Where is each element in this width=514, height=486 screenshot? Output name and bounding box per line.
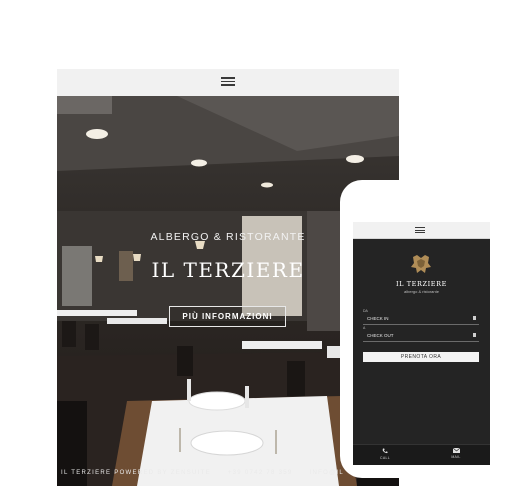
phone-header bbox=[353, 222, 490, 239]
checkout-field[interactable]: CHECK OUT bbox=[363, 331, 479, 342]
tablet-header bbox=[57, 69, 399, 97]
call-label: CALL bbox=[380, 456, 390, 460]
footer-phone[interactable]: +39 0742 78 359 bbox=[228, 470, 293, 476]
checkout-label: A bbox=[363, 326, 366, 330]
phone-tagline: albergo & ristorante bbox=[404, 289, 439, 294]
checkout-placeholder: CHECK OUT bbox=[367, 333, 394, 338]
phone-action-bar: CALL MAIL bbox=[353, 444, 490, 465]
crest-logo-icon bbox=[411, 255, 431, 273]
phone-mockup: IL TERZIERE albergo & ristorante DA CHEC… bbox=[340, 180, 500, 478]
footer-brand: IL TERZIERE POWERED BY ZENSUITE bbox=[61, 470, 211, 476]
checkin-label: DA bbox=[363, 309, 368, 313]
footer-email[interactable]: INFO@IL bbox=[310, 470, 345, 476]
hamburger-menu-icon[interactable] bbox=[221, 77, 235, 86]
phone-icon bbox=[382, 448, 388, 454]
call-button[interactable]: CALL bbox=[365, 448, 405, 460]
checkin-placeholder: CHECK IN bbox=[367, 316, 389, 321]
mail-label: MAIL bbox=[451, 455, 461, 459]
mail-button[interactable]: MAIL bbox=[436, 448, 476, 459]
checkin-field[interactable]: CHECK IN bbox=[363, 314, 479, 325]
book-now-button[interactable]: PRENOTA ORA bbox=[363, 352, 479, 362]
hamburger-menu-icon[interactable] bbox=[415, 227, 425, 233]
phone-brand: IL TERZIERE bbox=[396, 280, 447, 288]
mail-icon bbox=[452, 448, 460, 453]
more-info-button[interactable]: PIÙ INFORMAZIONI bbox=[169, 306, 286, 327]
calendar-icon bbox=[473, 333, 476, 337]
phone-screen: IL TERZIERE albergo & ristorante DA CHEC… bbox=[353, 222, 490, 465]
calendar-icon bbox=[473, 316, 476, 320]
